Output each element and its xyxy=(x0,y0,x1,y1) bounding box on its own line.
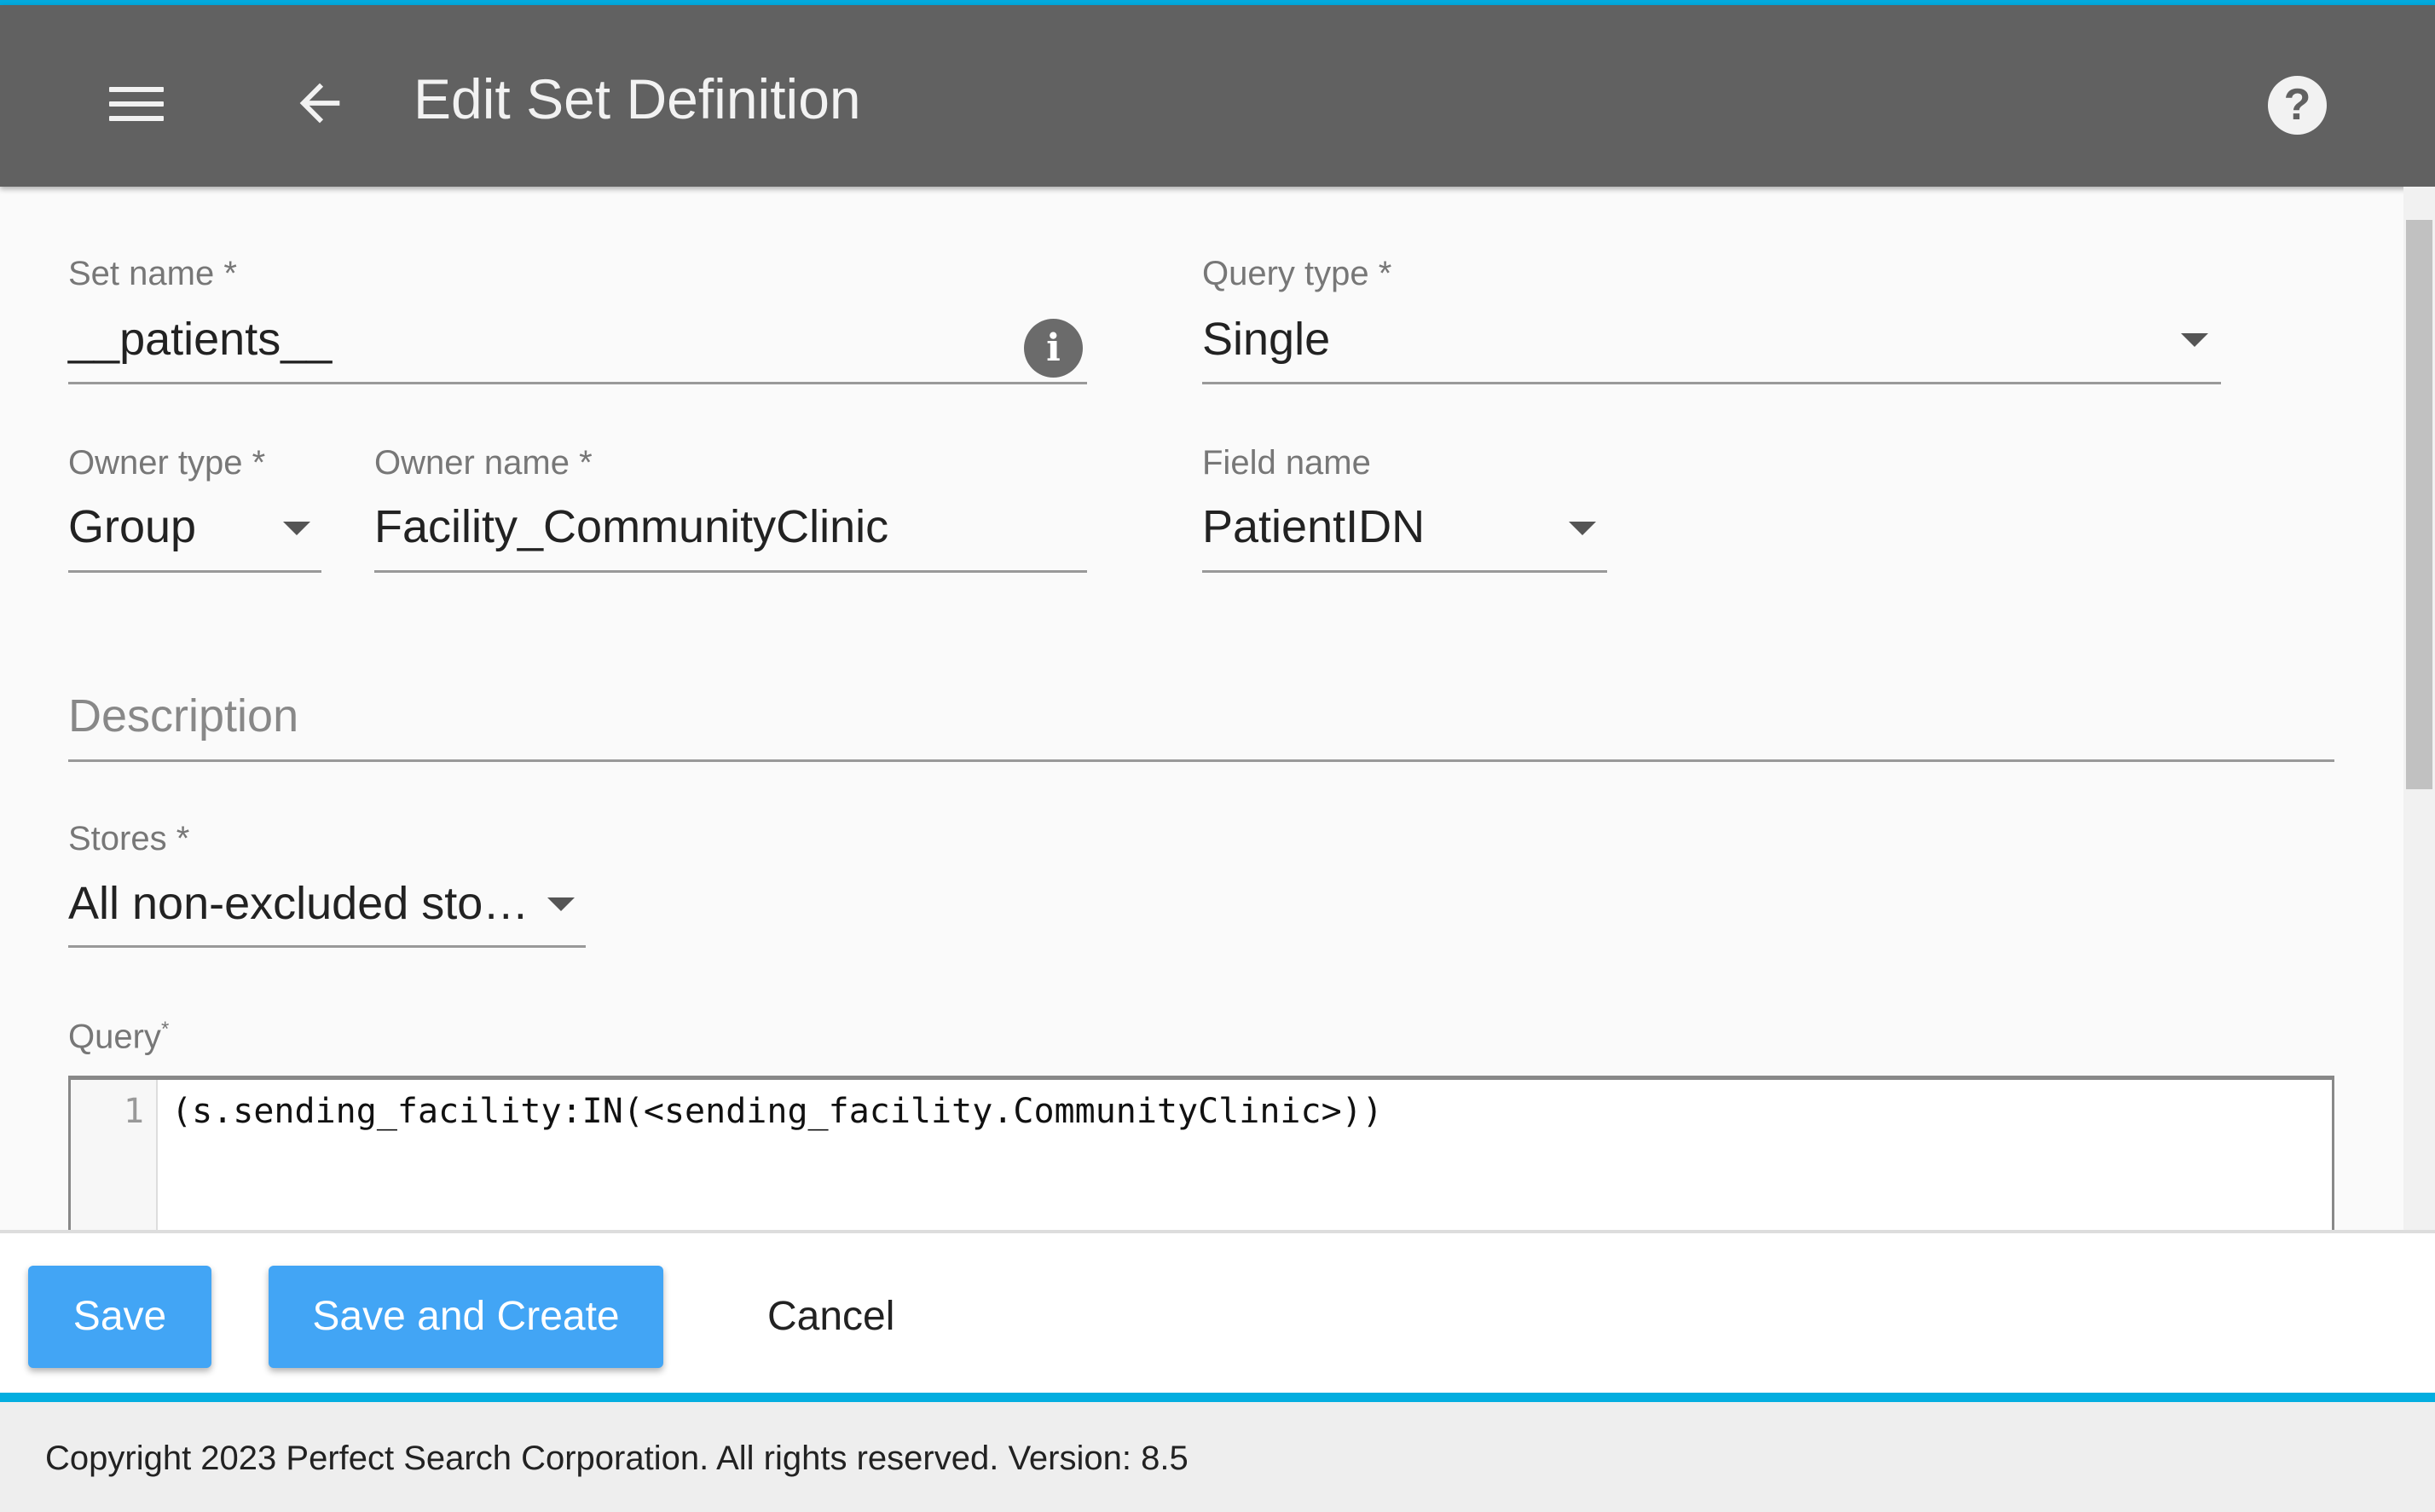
chevron-down-icon[interactable] xyxy=(547,897,575,911)
line-number: 1 xyxy=(123,1092,144,1131)
owner-type-select[interactable]: Group xyxy=(68,500,196,553)
set-name-label: Set name * xyxy=(68,255,237,292)
description-underline xyxy=(68,759,2334,762)
stores-select[interactable]: All non-excluded sto… xyxy=(68,877,529,930)
owner-name-underline xyxy=(374,570,1087,573)
save-button[interactable]: Save xyxy=(28,1266,211,1368)
query-type-select[interactable]: Single xyxy=(1202,313,1330,366)
chevron-down-icon[interactable] xyxy=(283,522,310,535)
scrollbar-thumb[interactable] xyxy=(2406,220,2432,789)
page-title: Edit Set Definition xyxy=(414,67,861,130)
query-code[interactable]: (s.sending_facility:IN(<sending_facility… xyxy=(171,1092,1383,1131)
info-icon[interactable]: i xyxy=(1024,319,1083,378)
description-input[interactable]: Description xyxy=(68,690,298,742)
save-and-create-button[interactable]: Save and Create xyxy=(269,1266,663,1368)
owner-name-label: Owner name * xyxy=(374,444,593,482)
field-name-label: Field name xyxy=(1202,444,1371,482)
hamburger-icon[interactable] xyxy=(109,87,164,121)
query-editor[interactable]: 1 (s.sending_facility:IN(<sending_facili… xyxy=(68,1076,2334,1230)
stores-underline xyxy=(68,945,586,948)
help-circle-icon[interactable]: ? xyxy=(2268,76,2327,135)
owner-type-underline xyxy=(68,570,321,573)
chevron-down-icon[interactable] xyxy=(1569,522,1596,535)
query-type-underline xyxy=(1202,382,2221,384)
query-type-label: Query type * xyxy=(1202,255,1392,292)
set-name-input[interactable]: __patients__ xyxy=(68,313,332,366)
action-bar: Save Save and Create Cancel xyxy=(0,1230,2435,1393)
field-name-select[interactable]: PatientIDN xyxy=(1202,500,1425,553)
app-header: Edit Set Definition ? xyxy=(0,5,2435,187)
set-name-underline xyxy=(68,382,1087,384)
query-label: Query* xyxy=(68,1018,170,1056)
copyright-text: Copyright 2023 Perfect Search Corporatio… xyxy=(45,1440,1189,1477)
stores-label: Stores * xyxy=(68,820,190,857)
chevron-down-icon[interactable] xyxy=(2181,333,2208,347)
arrow-left-icon[interactable] xyxy=(290,73,350,133)
cancel-button[interactable]: Cancel xyxy=(750,1266,911,1368)
owner-type-label: Owner type * xyxy=(68,444,266,482)
field-name-underline xyxy=(1202,570,1607,573)
footer-accent-bar xyxy=(0,1393,2435,1402)
footer: Copyright 2023 Perfect Search Corporatio… xyxy=(0,1402,2435,1512)
form-content: Set name * __patients__ i Query type * S… xyxy=(0,187,2403,1230)
line-gutter: 1 xyxy=(71,1080,158,1230)
owner-name-input[interactable]: Facility_CommunityClinic xyxy=(374,500,888,553)
